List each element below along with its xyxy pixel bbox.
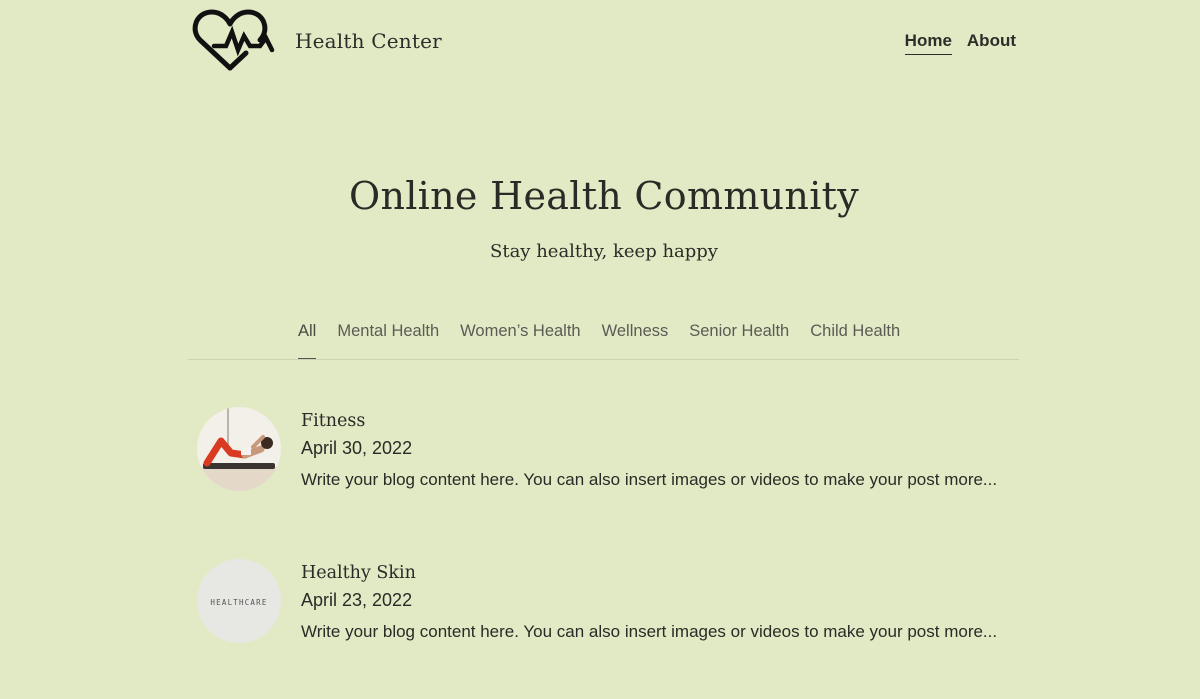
- page: Health Center Home About Online Health C…: [0, 0, 1200, 699]
- post-title[interactable]: Healthy Skin: [301, 561, 1021, 585]
- tab-wellness[interactable]: Wellness: [602, 322, 669, 341]
- post-body: Fitness April 30, 2022 Write your blog c…: [301, 409, 1021, 493]
- nav-home-link[interactable]: Home: [904, 31, 952, 55]
- heartbeat-icon[interactable]: [192, 8, 276, 74]
- tabs-divider: [188, 359, 1019, 360]
- post-thumbnail-fitness[interactable]: [197, 407, 281, 491]
- post-date: April 23, 2022: [301, 590, 413, 610]
- main-nav: Home About: [904, 31, 1016, 55]
- post-excerpt: Write your blog content here. You can al…: [301, 470, 998, 489]
- tab-senior-health[interactable]: Senior Health: [689, 322, 789, 341]
- tab-mental-health[interactable]: Mental Health: [337, 322, 439, 341]
- post-thumbnail-text: HEALTHCARE: [210, 598, 267, 607]
- tab-womens-health[interactable]: Women’s Health: [460, 322, 580, 341]
- tab-child-health[interactable]: Child Health: [810, 322, 900, 341]
- site-title[interactable]: Health Center: [295, 29, 442, 53]
- page-title: Online Health Community: [349, 174, 859, 218]
- post-excerpt: Write your blog content here. You can al…: [301, 622, 998, 641]
- nav-about-link[interactable]: About: [967, 31, 1016, 55]
- post-body: Healthy Skin April 23, 2022 Write your b…: [301, 561, 1021, 645]
- tab-all[interactable]: All: [298, 322, 317, 360]
- post-date: April 30, 2022: [301, 438, 413, 458]
- post-thumbnail-healthy-skin[interactable]: HEALTHCARE: [197, 559, 281, 643]
- page-subtitle: Stay healthy, keep happy: [490, 241, 718, 262]
- post-title[interactable]: Fitness: [301, 409, 1021, 433]
- category-tabs: All Mental Health Women’s Health Wellnes…: [298, 322, 900, 360]
